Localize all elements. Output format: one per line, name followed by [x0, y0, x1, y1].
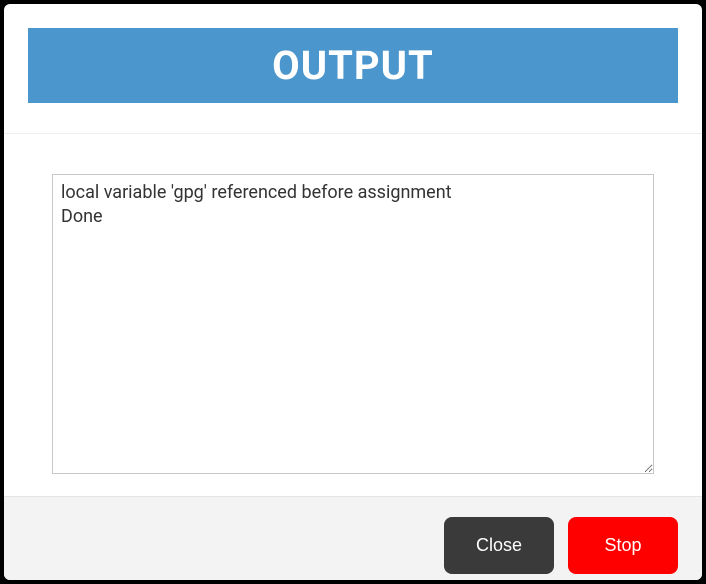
stop-button[interactable]: Stop — [568, 517, 678, 574]
header-wrap: OUTPUT — [4, 4, 702, 103]
output-dialog: OUTPUT Close Stop — [4, 4, 702, 580]
dialog-footer: Close Stop — [4, 496, 702, 580]
output-textarea[interactable] — [52, 174, 654, 474]
dialog-title: OUTPUT — [28, 28, 678, 103]
close-button[interactable]: Close — [444, 517, 554, 574]
dialog-body — [4, 133, 702, 496]
